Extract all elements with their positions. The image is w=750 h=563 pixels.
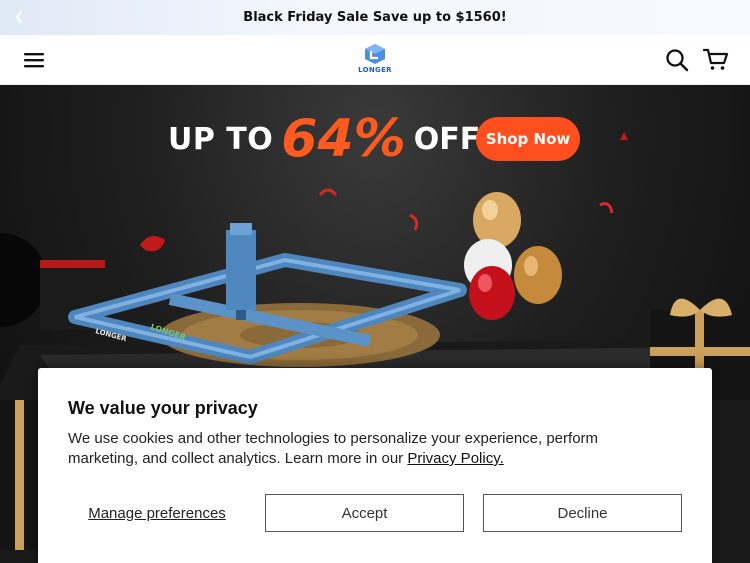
privacy-policy-link[interactable]: Privacy Policy.	[407, 450, 503, 467]
search-icon[interactable]	[665, 48, 689, 72]
hamburger-menu-icon[interactable]	[23, 49, 47, 71]
announcement-bar: Black Friday Sale Save up to $1560!	[0, 0, 750, 35]
manage-preferences-button[interactable]: Manage preferences	[68, 494, 246, 532]
hero-headline: UP TO 64% OFF	[168, 99, 480, 179]
hero-prefix: UP TO	[168, 121, 274, 157]
decline-button[interactable]: Decline	[483, 494, 682, 532]
consent-actions: Manage preferences Accept Decline	[68, 494, 682, 532]
site-header: LONGER	[0, 35, 750, 85]
consent-body-text: We use cookies and other technologies to…	[68, 430, 599, 467]
accept-button[interactable]: Accept	[265, 494, 464, 532]
consent-body: We use cookies and other technologies to…	[68, 429, 668, 469]
brand-logo[interactable]: LONGER	[357, 43, 393, 77]
cookie-consent-dialog: We value your privacy We use cookies and…	[38, 368, 712, 563]
chevron-left-icon[interactable]	[10, 8, 28, 26]
logo-mark-icon	[365, 44, 385, 64]
consent-title: We value your privacy	[68, 398, 258, 418]
shop-now-button[interactable]: Shop Now	[476, 117, 580, 161]
announcement-text[interactable]: Black Friday Sale Save up to $1560!	[243, 10, 506, 25]
hero-suffix: OFF	[413, 121, 481, 157]
hero-percent: 64%	[281, 109, 406, 169]
cart-icon[interactable]	[702, 48, 729, 72]
logo-text: LONGER	[358, 66, 392, 74]
